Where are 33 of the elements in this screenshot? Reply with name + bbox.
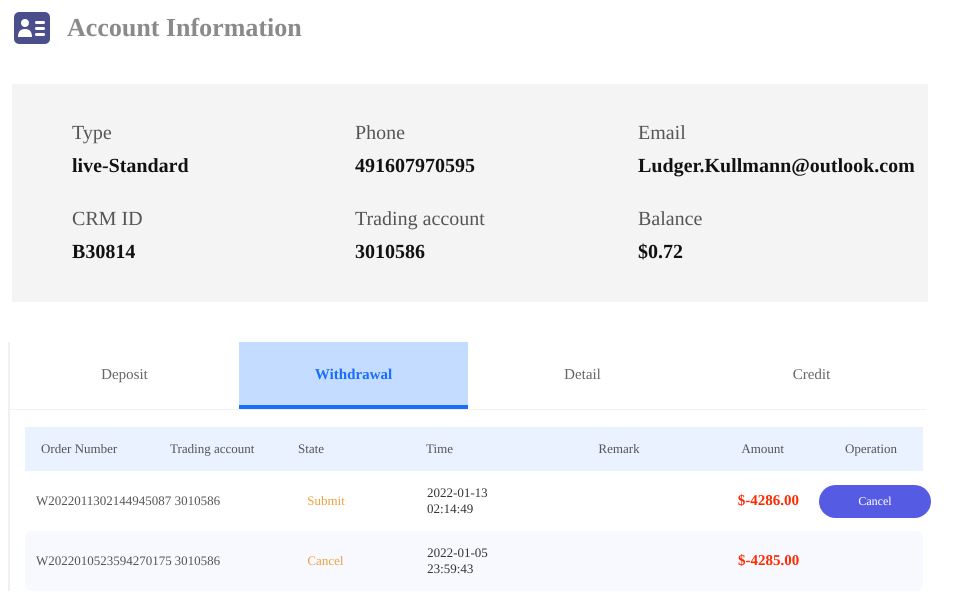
field-value: 3010586: [355, 241, 425, 264]
field-value: $0.72: [638, 241, 683, 264]
column-header: Trading account: [170, 441, 256, 457]
field-label: Phone: [355, 122, 405, 145]
column-header: Order Number: [40, 441, 118, 457]
status-text: Cancel: [306, 553, 344, 569]
column-header: Operation: [844, 441, 898, 457]
table-cell-text: 2022-01-13 02:14:49: [426, 485, 489, 517]
tab[interactable]: Withdrawal: [239, 342, 468, 409]
field-label: CRM ID: [72, 208, 143, 231]
amount-text: $-4285.00: [737, 552, 800, 570]
field-label: Balance: [638, 208, 702, 231]
field-label: Type: [72, 122, 112, 145]
page-title: Account Information: [67, 13, 302, 43]
column-header: State: [298, 441, 325, 457]
field-value: live-Standard: [72, 155, 189, 178]
contact-card-icon: [14, 12, 50, 44]
table-cell-text: 3010586: [174, 493, 222, 509]
field-value: B30814: [72, 241, 136, 264]
cancel-button[interactable]: Cancel: [819, 484, 931, 518]
field-value: Ludger.Kullmann@outlook.com: [638, 155, 915, 178]
field-label: Trading account: [355, 208, 485, 231]
column-header: Time: [426, 441, 454, 457]
status-text: Submit: [306, 493, 346, 509]
table-cell-text: 2022-01-05 23:59:43: [427, 545, 489, 577]
table-cell-text: 3010586: [174, 553, 222, 569]
table-cell-text: W2022011302144945087: [35, 493, 172, 509]
amount-text: $-4286.00: [736, 492, 800, 510]
field-value: 491607970595: [355, 155, 475, 178]
field-label: Email: [638, 122, 686, 145]
column-header: Remark: [597, 441, 641, 457]
table-cell-text: W2022010523594270175: [35, 553, 173, 569]
column-header: Amount: [740, 441, 785, 457]
